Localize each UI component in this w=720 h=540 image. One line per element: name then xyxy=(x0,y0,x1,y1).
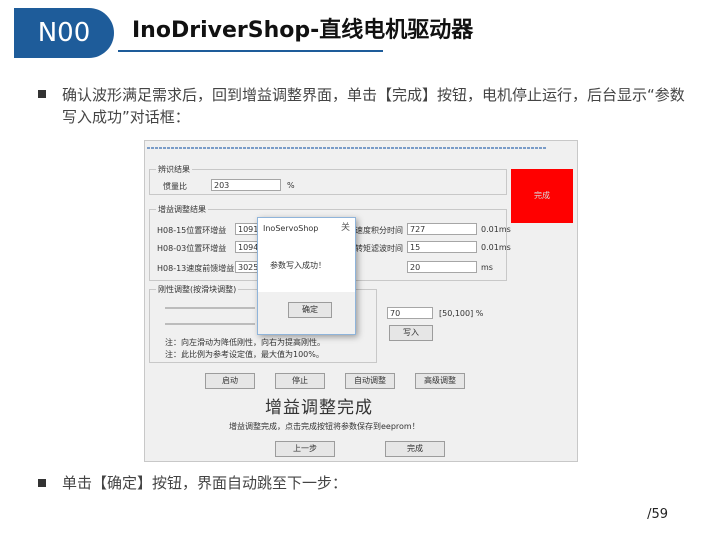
result-group: 辨识结果 xyxy=(149,164,507,195)
note-2: 注：此比例为参考设定值，最大值为100%。 xyxy=(165,350,324,359)
dialog-title: InoServoShop xyxy=(263,224,319,233)
right-field-1[interactable]: 727 xyxy=(407,223,477,235)
paragraph-1: 确认波形满足需求后，回到增益调整界面，单击【完成】按钮，电机停止运行，后台显示“… xyxy=(62,86,685,126)
right-unit-1: 0.01ms xyxy=(481,225,511,234)
app-screenshot: 辨识结果 惯量比 203 % 完成 增益调整结果 H08-15位置环增益 109… xyxy=(144,140,578,462)
slide-badge: N00 xyxy=(14,8,114,58)
right-label-1: 速度积分时间 xyxy=(355,226,403,235)
page-number: /59 xyxy=(647,507,668,522)
dialog-close-button[interactable]: 关 xyxy=(341,220,350,233)
slide-title: InoDriverShop-直线电机驱动器 xyxy=(132,18,474,43)
slider-track-2[interactable] xyxy=(165,323,255,325)
right-unit-2: 0.01ms xyxy=(481,243,511,252)
right-label-2: 转矩滤波时间 xyxy=(355,244,403,253)
advanced-adjust-button[interactable]: 高级调整 xyxy=(415,373,465,389)
completion-banner: 增益调整完成 xyxy=(265,398,373,418)
inertia-field[interactable]: 203 xyxy=(211,179,281,191)
param-label-1: H08-15位置环增益 xyxy=(157,226,227,235)
dialog-message: 参数写入成功！ xyxy=(270,261,326,270)
top-strip xyxy=(147,147,547,149)
slider-range: [50,100] % xyxy=(439,309,484,318)
dialog-ok-button[interactable]: 确定 xyxy=(288,302,332,318)
param-label-3: H08-13速度前馈增益 xyxy=(157,264,235,273)
success-dialog: InoServoShop 关 参数写入成功！ 确定 xyxy=(257,217,356,335)
adjust-group-title: 增益调整结果 xyxy=(156,204,208,215)
inertia-unit: % xyxy=(287,181,295,190)
title-underline xyxy=(118,50,383,52)
slider-value-field[interactable]: 70 xyxy=(387,307,433,319)
start-button[interactable]: 启动 xyxy=(205,373,255,389)
right-unit-3: ms xyxy=(481,263,493,272)
param-label-2: H08-03位置环增益 xyxy=(157,244,227,253)
auto-adjust-button[interactable]: 自动调整 xyxy=(345,373,395,389)
right-field-3[interactable]: 20 xyxy=(407,261,477,273)
paragraph-2: 单击【确定】按钮，界面自动跳至下一步： xyxy=(62,474,348,492)
finish-button[interactable]: 完成 xyxy=(385,441,445,457)
note-1: 注：向左滑动为降低刚性，向右为提高刚性。 xyxy=(165,338,325,347)
stop-button[interactable]: 停止 xyxy=(275,373,325,389)
bullet-1 xyxy=(38,90,46,98)
write-button[interactable]: 写入 xyxy=(389,325,433,341)
right-field-2[interactable]: 15 xyxy=(407,241,477,253)
prev-step-button[interactable]: 上一步 xyxy=(275,441,335,457)
result-group-title: 辨识结果 xyxy=(156,164,192,175)
status-indicator: 完成 xyxy=(511,169,573,223)
bullet-2 xyxy=(38,479,46,487)
dialog-footer: 确定 xyxy=(258,292,355,334)
rigidity-group-title: 刚性调整(按滑块调整) xyxy=(156,284,239,295)
slider-track-1[interactable] xyxy=(165,307,255,309)
banner-hint: 增益调整完成，点击完成按钮将参数保存到eeprom！ xyxy=(229,422,420,431)
inertia-label: 惯量比 xyxy=(163,182,187,191)
